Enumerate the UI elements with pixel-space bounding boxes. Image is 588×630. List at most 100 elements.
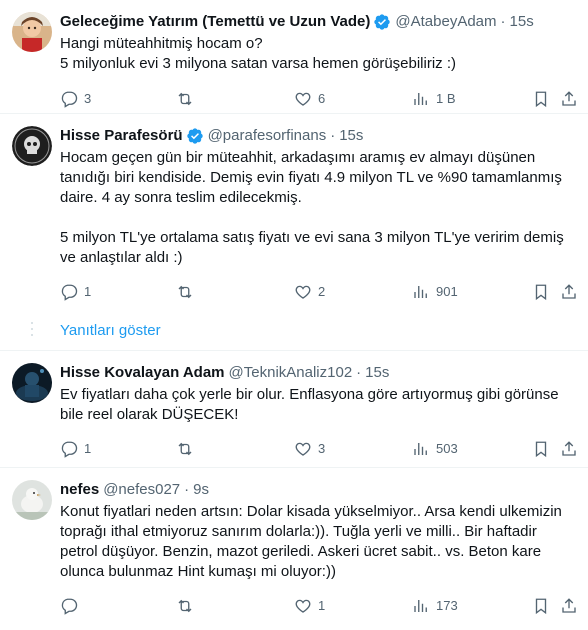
like-count: 1: [318, 598, 326, 613]
retweet-icon: [178, 92, 192, 106]
heart-icon: [295, 599, 311, 613]
separator-dot: ·: [500, 13, 506, 30]
tweet-text: Konut fiyatlari neden artsın: Dolar kisa…: [60, 503, 562, 580]
bookmark-icon: [535, 441, 547, 458]
action-bar: 1 3 503: [60, 440, 576, 460]
display-name[interactable]: nefes: [60, 480, 99, 500]
tweet-header: nefes @nefes027 · 9s: [60, 480, 572, 500]
views-button[interactable]: 503: [412, 440, 458, 458]
like-count: 3: [318, 441, 326, 456]
tweet-text: Hangi müteahhitmiş hocam o? 5 milyonluk …: [60, 35, 457, 72]
views-button[interactable]: 173: [412, 597, 458, 615]
view-count: 173: [436, 598, 458, 613]
retweet-button[interactable]: [176, 440, 200, 458]
like-button[interactable]: 6: [294, 90, 325, 108]
analytics-icon: [414, 600, 427, 612]
analytics-icon: [414, 443, 427, 455]
reply-icon: [61, 598, 78, 615]
heart-icon: [295, 92, 311, 106]
timestamp[interactable]: 15s: [365, 363, 389, 383]
reply-icon: [61, 441, 78, 458]
analytics-icon: [414, 286, 427, 298]
display-name[interactable]: Hisse Kovalayan Adam: [60, 363, 225, 383]
retweet-button[interactable]: [176, 283, 200, 301]
reply-icon: [61, 91, 78, 108]
show-replies-link[interactable]: Yanıtları göster: [60, 321, 161, 341]
tweet[interactable]: Hisse Kovalayan Adam @TeknikAnaliz102 · …: [0, 351, 588, 465]
thread-continuation-dots: [30, 322, 34, 340]
reply-button[interactable]: 1: [60, 283, 91, 301]
bookmark-button[interactable]: [532, 597, 550, 615]
tweet[interactable]: nefes @nefes027 · 9s Konut fiyatlari ned…: [0, 468, 588, 630]
reply-button[interactable]: 1: [60, 440, 91, 458]
share-icon: [562, 284, 576, 299]
verified-badge-icon: [186, 128, 203, 144]
display-name[interactable]: Hisse Parafesörü: [60, 126, 183, 146]
like-button[interactable]: 2: [294, 283, 325, 301]
share-button[interactable]: [560, 440, 578, 458]
retweet-button[interactable]: [176, 90, 200, 108]
retweet-icon: [178, 285, 192, 299]
view-count: 901: [436, 284, 458, 299]
like-button[interactable]: 3: [294, 440, 325, 458]
timestamp[interactable]: 15s: [510, 12, 534, 32]
tweet-header: Geleceğime Yatırım (Temettü ve Uzun Vade…: [60, 12, 572, 32]
avatar[interactable]: [12, 363, 52, 403]
reply-count: 1: [84, 441, 92, 456]
action-bar: 1 173: [60, 597, 576, 617]
tweet[interactable]: Geleceğime Yatırım (Temettü ve Uzun Vade…: [0, 0, 588, 113]
heart-icon: [295, 285, 311, 299]
handle[interactable]: @TeknikAnaliz102: [229, 363, 353, 383]
handle[interactable]: @nefes027: [103, 480, 180, 500]
bird-photo-avatar-icon: [12, 480, 52, 520]
bookmark-button[interactable]: [532, 283, 550, 301]
share-icon: [562, 441, 576, 456]
timestamp[interactable]: 9s: [193, 480, 209, 500]
heart-icon: [295, 442, 311, 456]
share-button[interactable]: [560, 597, 578, 615]
bookmark-icon: [535, 284, 547, 301]
reply-icon: [61, 284, 78, 301]
like-button[interactable]: 1: [294, 597, 325, 615]
view-count: 1 B: [436, 91, 456, 106]
reply-button[interactable]: 3: [60, 90, 91, 108]
avatar[interactable]: [12, 12, 52, 52]
tweet[interactable]: Hisse Parafesörü @parafesorfinans · 15s …: [0, 114, 588, 307]
bookmark-button[interactable]: [532, 440, 550, 458]
separator-dot: ·: [184, 481, 190, 498]
separator-dot: ·: [330, 127, 336, 144]
skull-logo-avatar-icon: [12, 126, 52, 166]
handle[interactable]: @parafesorfinans: [208, 126, 327, 146]
views-button[interactable]: 1 B: [412, 90, 456, 108]
share-icon: [562, 91, 576, 106]
timeline: Geleceğime Yatırım (Temettü ve Uzun Vade…: [0, 0, 588, 630]
bookmark-icon: [535, 598, 547, 615]
handle[interactable]: @AtabeyAdam: [395, 12, 496, 32]
retweet-icon: [178, 442, 192, 456]
retweet-button[interactable]: [176, 597, 200, 615]
views-button[interactable]: 901: [412, 283, 458, 301]
child-photo-avatar-icon: [12, 12, 52, 52]
verified-badge-icon: [374, 14, 391, 30]
avatar[interactable]: [12, 480, 52, 520]
share-button[interactable]: [560, 283, 578, 301]
like-count: 2: [318, 284, 326, 299]
display-name[interactable]: Geleceğime Yatırım (Temettü ve Uzun Vade…: [60, 12, 370, 32]
bookmark-button[interactable]: [532, 90, 550, 108]
reply-button[interactable]: [60, 597, 84, 615]
timestamp[interactable]: 15s: [339, 126, 363, 146]
tweet-header: Hisse Kovalayan Adam @TeknikAnaliz102 · …: [60, 363, 572, 383]
reply-count: 3: [84, 91, 92, 106]
avatar[interactable]: [12, 126, 52, 166]
separator-dot: ·: [356, 364, 362, 381]
action-bar: 1 2 901: [60, 283, 576, 303]
tweet-text: Ev fiyatları daha çok yerle bir olur. En…: [60, 386, 559, 423]
view-count: 503: [436, 441, 458, 456]
retweet-icon: [178, 599, 192, 613]
bookmark-icon: [535, 91, 547, 108]
tweet-text: Hocam geçen gün bir müteahhit, arkadaşım…: [60, 149, 564, 266]
dark-figure-avatar-icon: [12, 363, 52, 403]
share-icon: [562, 598, 576, 613]
reply-count: 1: [84, 284, 92, 299]
share-button[interactable]: [560, 90, 578, 108]
